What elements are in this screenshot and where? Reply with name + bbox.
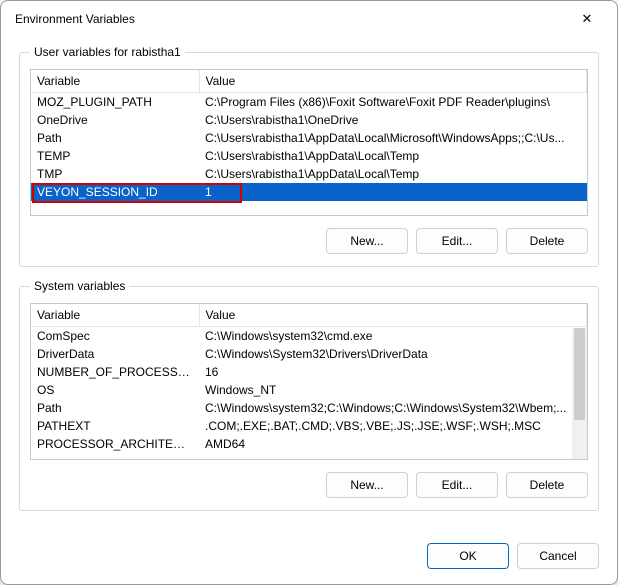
system-col-value[interactable]: Value (199, 304, 587, 327)
close-button[interactable]: ✕ (569, 5, 605, 33)
var-value: C:\Users\rabistha1\AppData\Local\Microso… (199, 129, 587, 147)
table-row[interactable]: OneDriveC:\Users\rabistha1\OneDrive (31, 111, 587, 129)
system-edit-button[interactable]: Edit... (416, 472, 498, 498)
system-col-variable[interactable]: Variable (31, 304, 199, 327)
var-value: 16 (199, 363, 587, 381)
var-name: MOZ_PLUGIN_PATH (31, 93, 199, 112)
table-row[interactable]: PROCESSOR_ARCHITECTUREAMD64 (31, 435, 587, 453)
scrollbar[interactable] (572, 328, 587, 459)
user-col-variable[interactable]: Variable (31, 70, 199, 93)
table-row[interactable]: MOZ_PLUGIN_PATHC:\Program Files (x86)\Fo… (31, 93, 587, 112)
var-value: AMD64 (199, 435, 587, 453)
table-row[interactable]: VEYON_SESSION_ID1 (31, 183, 587, 201)
table-row[interactable]: PathC:\Users\rabistha1\AppData\Local\Mic… (31, 129, 587, 147)
var-value: .COM;.EXE;.BAT;.CMD;.VBS;.VBE;.JS;.JSE;.… (199, 417, 587, 435)
var-name: VEYON_SESSION_ID (31, 183, 199, 201)
var-value: C:\Program Files (x86)\Foxit Software\Fo… (199, 93, 587, 112)
user-variables-table[interactable]: Variable Value MOZ_PLUGIN_PATHC:\Program… (31, 70, 587, 201)
user-edit-button[interactable]: Edit... (416, 228, 498, 254)
user-variables-legend: User variables for rabistha1 (30, 45, 185, 59)
user-delete-button[interactable]: Delete (506, 228, 588, 254)
var-name: DriverData (31, 345, 199, 363)
var-value: C:\Windows\system32;C:\Windows;C:\Window… (199, 399, 587, 417)
var-name: OneDrive (31, 111, 199, 129)
user-col-value[interactable]: Value (199, 70, 587, 93)
user-variables-group: User variables for rabistha1 Variable Va… (19, 45, 599, 267)
titlebar: Environment Variables ✕ (1, 1, 617, 37)
system-variables-legend: System variables (30, 279, 129, 293)
system-variables-table-wrap: Variable Value ComSpecC:\Windows\system3… (30, 303, 588, 460)
var-value: 1 (199, 183, 587, 201)
table-row[interactable]: DriverDataC:\Windows\System32\Drivers\Dr… (31, 345, 587, 363)
var-value: C:\Windows\System32\Drivers\DriverData (199, 345, 587, 363)
var-name: Path (31, 129, 199, 147)
var-name: TMP (31, 165, 199, 183)
dialog-content: User variables for rabistha1 Variable Va… (1, 37, 617, 537)
table-row[interactable]: TEMPC:\Users\rabistha1\AppData\Local\Tem… (31, 147, 587, 165)
table-row[interactable]: TMPC:\Users\rabistha1\AppData\Local\Temp (31, 165, 587, 183)
var-name: ComSpec (31, 327, 199, 346)
var-name: OS (31, 381, 199, 399)
var-name: NUMBER_OF_PROCESSORS (31, 363, 199, 381)
var-value: C:\Users\rabistha1\AppData\Local\Temp (199, 147, 587, 165)
var-value: Windows_NT (199, 381, 587, 399)
dialog-title: Environment Variables (15, 12, 135, 26)
table-row[interactable]: ComSpecC:\Windows\system32\cmd.exe (31, 327, 587, 346)
system-delete-button[interactable]: Delete (506, 472, 588, 498)
user-buttons: New... Edit... Delete (30, 228, 588, 254)
close-icon: ✕ (582, 11, 593, 27)
cancel-button[interactable]: Cancel (517, 543, 599, 569)
table-row[interactable]: NUMBER_OF_PROCESSORS16 (31, 363, 587, 381)
dialog-footer: OK Cancel (1, 537, 617, 569)
var-value: C:\Users\rabistha1\AppData\Local\Temp (199, 165, 587, 183)
var-name: TEMP (31, 147, 199, 165)
table-row[interactable]: PathC:\Windows\system32;C:\Windows;C:\Wi… (31, 399, 587, 417)
var-value: C:\Windows\system32\cmd.exe (199, 327, 587, 346)
var-name: PATHEXT (31, 417, 199, 435)
user-new-button[interactable]: New... (326, 228, 408, 254)
scrollbar-thumb[interactable] (574, 328, 585, 420)
table-row[interactable]: OSWindows_NT (31, 381, 587, 399)
var-value: C:\Users\rabistha1\OneDrive (199, 111, 587, 129)
var-name: Path (31, 399, 199, 417)
system-variables-table[interactable]: Variable Value ComSpecC:\Windows\system3… (31, 304, 587, 453)
ok-button[interactable]: OK (427, 543, 509, 569)
table-row[interactable]: PATHEXT.COM;.EXE;.BAT;.CMD;.VBS;.VBE;.JS… (31, 417, 587, 435)
system-new-button[interactable]: New... (326, 472, 408, 498)
system-buttons: New... Edit... Delete (30, 472, 588, 498)
user-variables-table-wrap: Variable Value MOZ_PLUGIN_PATHC:\Program… (30, 69, 588, 216)
var-name: PROCESSOR_ARCHITECTURE (31, 435, 199, 453)
system-variables-group: System variables Variable Value ComSpecC… (19, 279, 599, 511)
